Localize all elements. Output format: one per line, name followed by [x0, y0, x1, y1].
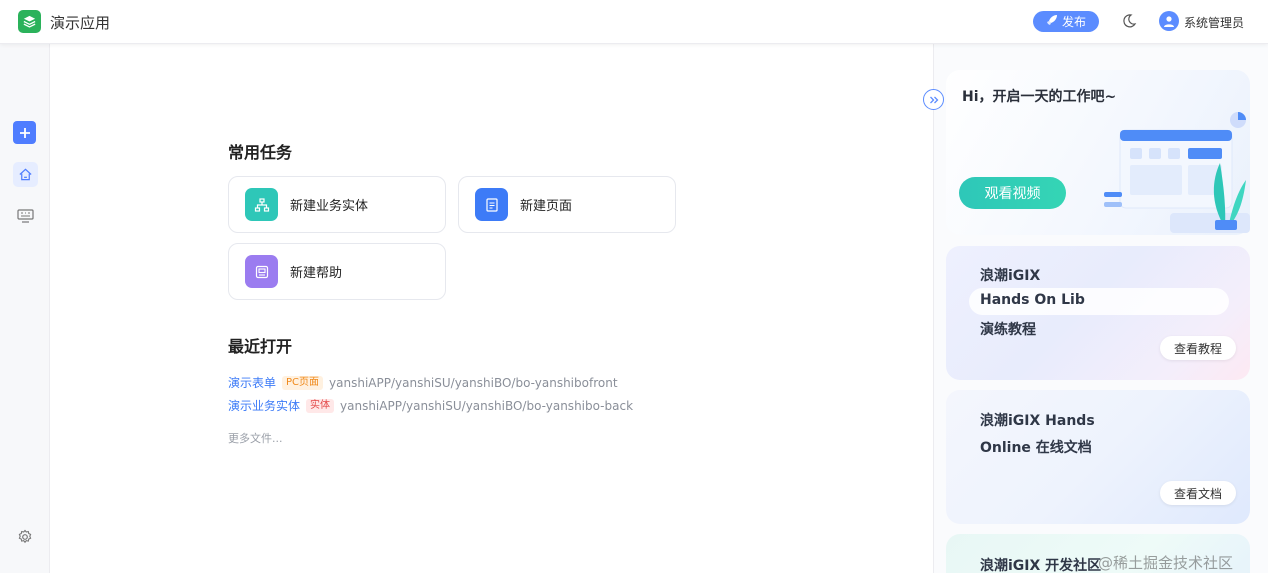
common-tasks-title: 常用任务 [228, 143, 293, 162]
layers-icon [18, 10, 41, 33]
recent-item-path: yanshiAPP/yanshiSU/yanshiBO/bo-yanshibof… [329, 375, 618, 390]
watch-video-button[interactable]: 观看视频 [959, 177, 1066, 209]
add-icon[interactable] [13, 121, 36, 144]
new-business-entity-button[interactable]: 新建业务实体 [228, 176, 446, 233]
task-label: 新建页面 [520, 199, 573, 214]
app-title: 演示应用 [50, 14, 111, 32]
left-sidebar [0, 44, 50, 573]
recent-item-path: yanshiAPP/yanshiSU/yanshiBO/bo-yanshibo-… [340, 398, 634, 413]
task-label: 新建业务实体 [290, 199, 369, 214]
welcome-greeting: Hi，开启一天的工作吧~ [962, 89, 1117, 105]
recent-item: 演示业务实体 实体 yanshiAPP/yanshiSU/yanshiBO/bo… [228, 397, 633, 414]
watermark-text: @稀土掘金技术社区 [1098, 554, 1234, 572]
type-tag: PC页面 [282, 375, 324, 390]
home-icon[interactable] [13, 162, 38, 187]
card-title-line: 浪潮iGIX Hands [980, 413, 1095, 429]
publish-label: 发布 [1061, 15, 1086, 29]
settings-gear-icon[interactable] [15, 527, 35, 547]
dashboard-illustration-icon [1104, 112, 1250, 233]
recent-item-link[interactable]: 演示表单 [228, 374, 276, 391]
view-docs-button[interactable]: 查看文档 [1160, 481, 1236, 505]
help-book-icon [245, 255, 278, 288]
user-name[interactable]: 系统管理员 [1184, 14, 1244, 31]
rocket-icon [1046, 14, 1058, 29]
task-label: 新建帮助 [290, 266, 343, 281]
recent-opened-title: 最近打开 [228, 337, 293, 356]
double-chevron-right-icon[interactable] [923, 89, 944, 110]
view-tutorial-button[interactable]: 查看教程 [1160, 336, 1236, 360]
publish-button[interactable]: 发布 [1033, 11, 1099, 32]
new-help-button[interactable]: 新建帮助 [228, 243, 446, 300]
monitor-icon[interactable] [15, 207, 36, 225]
user-avatar-icon[interactable] [1159, 11, 1179, 31]
new-page-button[interactable]: 新建页面 [458, 176, 676, 233]
card-title-line: 浪潮iGIX [980, 268, 1041, 284]
recent-item-link[interactable]: 演示业务实体 [228, 397, 300, 414]
moon-icon[interactable] [1120, 12, 1138, 30]
top-header: 演示应用 发布 系统管理员 [0, 0, 1268, 44]
page-icon [475, 188, 508, 221]
more-files-link[interactable]: 更多文件... [228, 430, 283, 446]
card-title-line: Online 在线文档 [980, 440, 1092, 456]
org-chart-icon [245, 188, 278, 221]
type-tag: 实体 [306, 398, 335, 413]
card-title-line: 演练教程 [980, 322, 1036, 338]
card-title-line: 浪潮iGIX 开发社区 [980, 558, 1102, 573]
recent-item: 演示表单 PC页面 yanshiAPP/yanshiSU/yanshiBO/bo… [228, 374, 618, 391]
card-title-line: Hands On Lib [980, 292, 1085, 308]
